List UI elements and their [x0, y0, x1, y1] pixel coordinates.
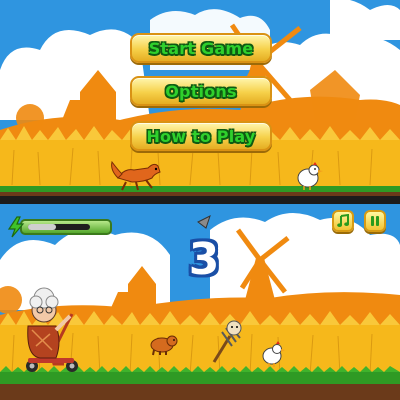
how-to-play-label: How to Play [146, 126, 256, 146]
pause-icon [371, 216, 379, 226]
music-note-icon [337, 214, 349, 227]
energy-fill [28, 224, 56, 230]
energy-frame [20, 219, 112, 235]
gameplay-screen: 3 [0, 200, 400, 400]
options-label: Options [165, 81, 237, 101]
options-button[interactable]: Options [130, 76, 272, 106]
start-game-button[interactable]: Start Game [130, 33, 272, 63]
energy-track [28, 224, 90, 230]
lightning-bolt-icon [7, 216, 25, 238]
menu-screen: Start Game Options How to Play [0, 0, 400, 200]
music-toggle-button[interactable] [332, 210, 354, 232]
pause-button[interactable] [364, 210, 386, 232]
how-to-play-button[interactable]: How to Play [130, 121, 272, 151]
energy-meter [6, 216, 114, 238]
countdown-number: 3 [188, 234, 220, 285]
start-game-label: Start Game [148, 38, 254, 58]
panel-divider [0, 196, 400, 204]
